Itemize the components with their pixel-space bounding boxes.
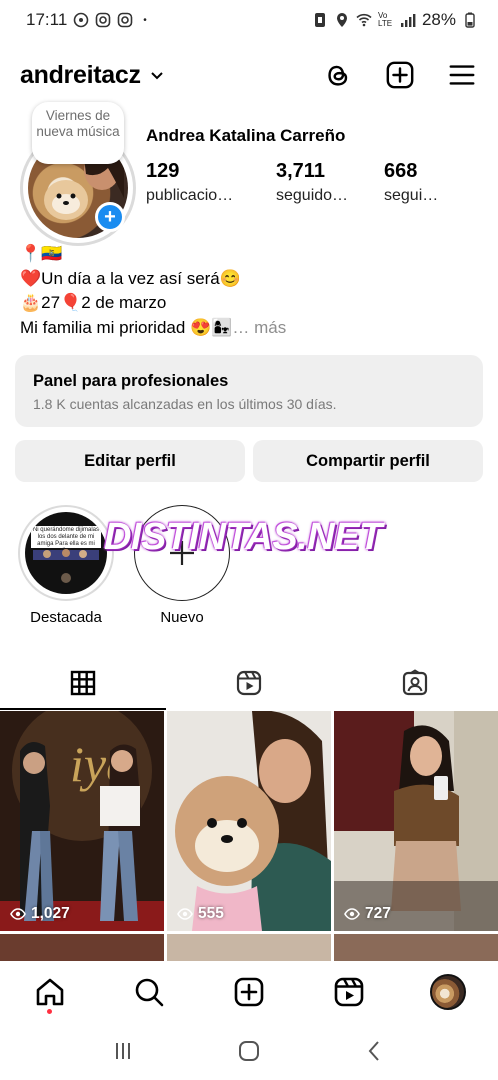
stat-label: seguido… — [276, 187, 349, 204]
tab-tagged[interactable] — [332, 655, 498, 710]
signal-icon — [400, 12, 416, 28]
stat-label: segui… — [384, 187, 439, 204]
profile-avatar — [430, 974, 467, 1010]
post-thumbnail[interactable] — [334, 934, 498, 961]
post-image — [167, 711, 331, 931]
menu-icon — [449, 65, 475, 85]
stat-number: 668 — [384, 160, 418, 182]
stat-posts[interactable]: 129 publicacio… — [146, 160, 233, 205]
eye-icon — [177, 908, 193, 920]
location-icon — [334, 12, 350, 28]
highlight-label: Destacada — [30, 609, 102, 626]
profile-tabs — [0, 655, 498, 710]
create-icon — [234, 977, 264, 1007]
tagged-icon — [402, 668, 428, 695]
threads-icon — [328, 65, 348, 86]
watermark: DISTINTAS.NET — [104, 516, 382, 558]
profile-header: andreitacz — [0, 50, 498, 100]
status-time: 17:11 — [26, 10, 68, 29]
recents-icon[interactable] — [111, 1039, 135, 1063]
home-icon — [36, 978, 64, 1006]
nav-profile[interactable] — [426, 970, 470, 1014]
grid-icon — [70, 670, 96, 695]
username-switcher[interactable]: andreitacz — [20, 61, 141, 90]
bottom-navigation — [0, 962, 498, 1022]
full-name: Andrea Katalina Carreño — [146, 126, 346, 145]
bio-more-link[interactable]: … más — [232, 318, 286, 337]
post-thumbnail[interactable]: 555 — [167, 711, 331, 931]
post-image: iya — [0, 711, 164, 931]
edit-profile-button[interactable]: Editar perfil — [15, 440, 245, 482]
dashboard-title: Panel para profesionales — [33, 372, 229, 390]
post-image — [334, 711, 498, 931]
stat-following[interactable]: 668 segui… — [384, 160, 438, 205]
highlight-label: Nuevo — [160, 609, 204, 626]
home-button-icon[interactable] — [237, 1039, 261, 1063]
highlight-cover: Ni querándome dijimalas los dos delante … — [18, 505, 114, 601]
post-views: 555 — [177, 905, 224, 923]
stat-number: 3,711 — [276, 160, 325, 182]
network-label: Vo LTE — [377, 11, 393, 28]
post-thumbnail[interactable] — [167, 934, 331, 961]
nav-home[interactable] — [28, 970, 72, 1014]
post-views: 1,027 — [10, 905, 70, 923]
profile-stats: 129 publicacio… 3,711 seguido… 668 segui… — [146, 160, 486, 216]
professional-dashboard[interactable]: Panel para profesionales 1.8 K cuentas a… — [15, 355, 483, 427]
battery-icon — [462, 12, 478, 28]
status-bar: 17:11 • Vo LTE 28% — [0, 0, 498, 40]
post-thumbnail[interactable]: iya 1,027 — [0, 711, 164, 931]
instagram-icon — [95, 12, 111, 28]
post-views: 727 — [344, 905, 391, 923]
eye-icon — [10, 908, 26, 920]
bio-line: Mi familia mi prioridad 😍👩‍👧… más — [20, 316, 480, 341]
post-views-count: 555 — [198, 905, 224, 922]
stat-number: 129 — [146, 160, 180, 182]
create-icon — [386, 61, 414, 89]
share-profile-button[interactable]: Compartir perfil — [253, 440, 483, 482]
create-button[interactable] — [384, 59, 416, 91]
system-navigation — [0, 1022, 498, 1080]
bio-text: Mi familia mi prioridad 😍👩‍👧 — [20, 317, 233, 337]
instagram-icon — [117, 12, 133, 28]
menu-button[interactable] — [446, 59, 478, 91]
tab-reels[interactable] — [166, 655, 332, 710]
whatsapp-icon — [73, 12, 89, 28]
stat-followers[interactable]: 3,711 seguido… — [276, 160, 348, 205]
post-views-count: 727 — [365, 905, 391, 922]
reels-icon — [334, 977, 363, 1007]
battery-percent: 28% — [421, 10, 456, 29]
stat-label: publicacio… — [146, 187, 234, 204]
wifi-icon — [356, 12, 372, 28]
dashboard-subtitle: 1.8 K cuentas alcanzadas en los últimos … — [33, 396, 337, 412]
bio-line: ❤️Un día a la vez así será😊 — [20, 268, 241, 288]
chevron-down-icon[interactable] — [149, 67, 165, 83]
bio-line: 📍🇪🇨 — [20, 244, 63, 263]
status-dot: • — [143, 14, 147, 26]
highlight-item[interactable]: Ni querándome dijimalas los dos delante … — [18, 505, 114, 626]
reels-icon — [236, 670, 262, 695]
tab-posts[interactable] — [0, 655, 166, 710]
nav-search[interactable] — [127, 970, 171, 1014]
profile-actions: Editar perfil Compartir perfil — [15, 440, 483, 482]
profile-bio: 📍🇪🇨 ❤️Un día a la vez así será😊 🎂27🎈2 de… — [20, 242, 480, 340]
nav-create[interactable] — [227, 970, 271, 1014]
posts-grid: iya 1,027 555 727 — [0, 711, 498, 961]
eye-icon — [344, 908, 360, 920]
threads-button[interactable] — [322, 59, 354, 91]
post-thumbnail[interactable] — [0, 934, 164, 961]
post-views-count: 1,027 — [31, 905, 70, 922]
search-icon — [136, 978, 164, 1007]
back-icon[interactable] — [363, 1039, 387, 1063]
note-bubble[interactable]: Viernes de nueva música — [32, 102, 124, 164]
notification-dot — [46, 1009, 52, 1014]
nfc-icon — [312, 12, 328, 28]
add-story-button[interactable]: + — [95, 202, 125, 232]
post-thumbnail[interactable]: 727 — [334, 711, 498, 931]
bio-line: 🎂27🎈2 de marzo — [20, 293, 167, 312]
nav-reels[interactable] — [327, 970, 371, 1014]
